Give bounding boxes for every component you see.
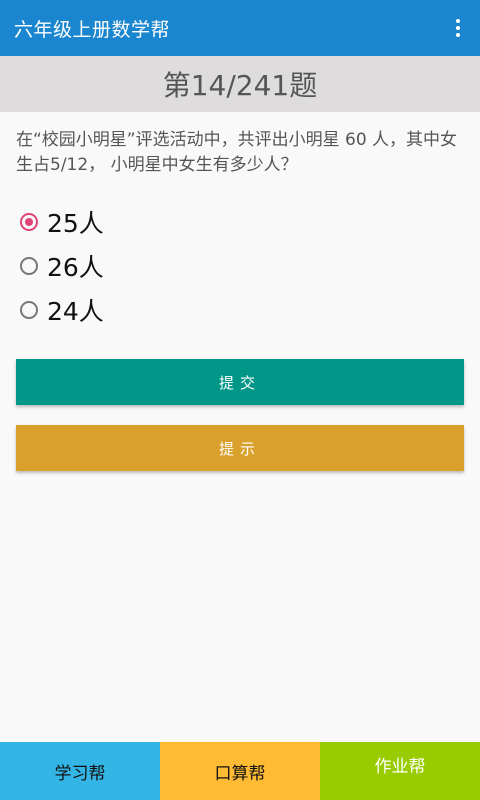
- hint-button[interactable]: 提示: [16, 425, 464, 471]
- tab-study-help[interactable]: 学习帮: [0, 742, 160, 800]
- question-number: 第14/241题: [162, 69, 318, 102]
- radio-unchecked-icon[interactable]: [20, 301, 38, 319]
- more-vert-icon[interactable]: [446, 14, 470, 42]
- app-title: 六年级上册数学帮: [14, 18, 171, 41]
- radio-checked-icon[interactable]: [20, 213, 38, 231]
- answer-options: 25人 26人 24人: [20, 200, 104, 332]
- option-1[interactable]: 25人: [20, 200, 104, 244]
- tab-homework-help[interactable]: 作业帮: [320, 742, 480, 800]
- question-header: 第14/241题: [0, 56, 480, 112]
- option-label: 24人: [47, 297, 104, 326]
- submit-button[interactable]: 提交: [16, 359, 464, 405]
- question-text: 在“校园小明星”评选活动中，共评出小明星 60 人，其中女生占5/12， 小明星…: [16, 130, 458, 175]
- option-3[interactable]: 24人: [20, 288, 104, 332]
- app-bar: 六年级上册数学帮: [0, 0, 480, 56]
- bottom-nav: 学习帮 口算帮 作业帮: [0, 742, 480, 800]
- option-label: 26人: [47, 253, 104, 282]
- tab-mental-math-help[interactable]: 口算帮: [160, 742, 320, 800]
- radio-unchecked-icon[interactable]: [20, 257, 38, 275]
- option-2[interactable]: 26人: [20, 244, 104, 288]
- option-label: 25人: [47, 209, 104, 238]
